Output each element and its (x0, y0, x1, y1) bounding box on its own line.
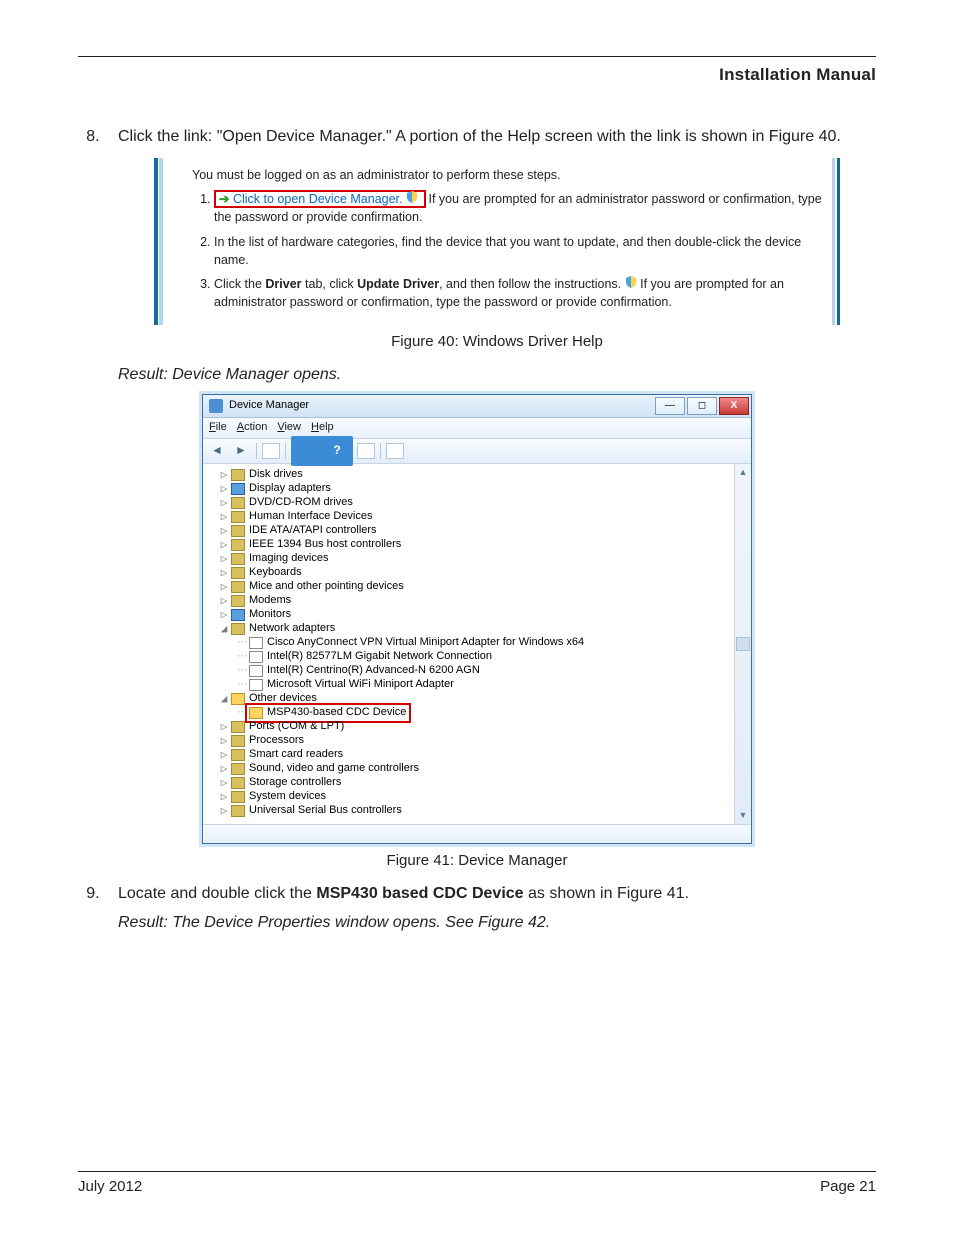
tree-node[interactable]: ▷Smart card readers (211, 748, 730, 762)
device-icon (231, 511, 245, 523)
step-8: Click the link: "Open Device Manager." A… (104, 125, 876, 353)
tree-node[interactable]: ⋯MSP430-based CDC Device (211, 706, 730, 720)
tree-node[interactable]: ▷DVD/CD-ROM drives (211, 496, 730, 510)
scroll-up-icon[interactable]: ▲ (739, 466, 748, 479)
tree-node[interactable]: ▷Processors (211, 734, 730, 748)
scan-icon[interactable] (357, 443, 375, 459)
scroll-thumb[interactable] (736, 637, 750, 651)
tree-node[interactable]: ▷System devices (211, 790, 730, 804)
device-icon (231, 497, 245, 509)
device-icon (231, 791, 245, 803)
result-2: Result: The Device Properties window ope… (118, 911, 876, 934)
device-icon (231, 483, 245, 495)
help-link-highlight: ➔ Click to open Device Manager. (214, 190, 426, 208)
device-icon (249, 665, 263, 677)
figure-41-caption: Figure 41: Device Manager (78, 850, 876, 872)
help-icon[interactable]: ? (291, 436, 353, 466)
device-icon (231, 553, 245, 565)
minimize-button[interactable]: — (655, 397, 685, 415)
tree-node[interactable]: ▷Human Interface Devices (211, 510, 730, 524)
device-icon (231, 525, 245, 537)
tree-node[interactable]: ▷Universal Serial Bus controllers (211, 804, 730, 818)
device-icon (249, 637, 263, 649)
view-icon[interactable] (386, 443, 404, 459)
figure-40-caption: Figure 40: Windows Driver Help (118, 331, 876, 353)
menu-action[interactable]: Action (237, 420, 268, 436)
shield-icon (625, 276, 637, 288)
properties-icon[interactable] (262, 443, 280, 459)
app-icon (209, 399, 223, 413)
menu-help[interactable]: Help (311, 420, 334, 436)
step-9: Locate and double click the MSP430 based… (104, 882, 876, 934)
footer-date: July 2012 (78, 1178, 142, 1195)
help-item-2: In the list of hardware categories, find… (214, 233, 832, 269)
close-button[interactable]: X (719, 397, 749, 415)
footer-page: Page 21 (820, 1178, 876, 1195)
device-icon (249, 707, 263, 719)
tree-node[interactable]: ▷Disk drives (211, 468, 730, 482)
device-icon (231, 763, 245, 775)
device-icon (231, 567, 245, 579)
result-1: Result: Device Manager opens. (118, 363, 876, 386)
device-icon (231, 805, 245, 817)
device-icon (231, 735, 245, 747)
tree-node[interactable]: ▷IDE ATA/ATAPI controllers (211, 524, 730, 538)
device-icon (231, 777, 245, 789)
device-icon (249, 651, 263, 663)
tree-node[interactable]: ⋯Microsoft Virtual WiFi Miniport Adapter (211, 678, 730, 692)
open-device-manager-link[interactable]: Click to open Device Manager. (233, 190, 403, 208)
step-9-bold: MSP430 based CDC Device (316, 885, 523, 902)
tree-node[interactable]: ▷Mice and other pointing devices (211, 580, 730, 594)
device-manager-screenshot: Device Manager — ◻ X File Action View He… (202, 394, 752, 844)
shield-icon (406, 191, 418, 203)
page-header-title: Installation Manual (78, 65, 876, 85)
tree-node[interactable]: ⋯Intel(R) Centrino(R) Advanced-N 6200 AG… (211, 664, 730, 678)
tree-node[interactable]: ▷Imaging devices (211, 552, 730, 566)
help-item-1: ➔ Click to open Device Manager. If you a… (214, 190, 832, 226)
maximize-button[interactable]: ◻ (687, 397, 717, 415)
tree-node[interactable]: ⋯Cisco AnyConnect VPN Virtual Miniport A… (211, 636, 730, 650)
scroll-down-icon[interactable]: ▼ (739, 809, 748, 822)
menu-view[interactable]: View (277, 420, 301, 436)
tree-node[interactable]: ▷Sound, video and game controllers (211, 762, 730, 776)
device-icon (231, 623, 245, 635)
device-icon (231, 609, 245, 621)
tree-node[interactable]: ▷Storage controllers (211, 776, 730, 790)
device-icon (231, 469, 245, 481)
help-intro: You must be logged on as an administrato… (192, 166, 832, 184)
device-icon (231, 721, 245, 733)
device-icon (231, 595, 245, 607)
back-icon[interactable]: ◄ (207, 442, 227, 460)
window-title: Device Manager (229, 398, 653, 414)
menu-bar: File Action View Help (203, 418, 751, 439)
toolbar: ◄ ► ? (203, 439, 751, 464)
forward-icon[interactable]: ► (231, 442, 251, 460)
device-icon (249, 679, 263, 691)
tree-node[interactable]: ▷Keyboards (211, 566, 730, 580)
tree-node[interactable]: ◢Network adapters (211, 622, 730, 636)
device-icon (231, 539, 245, 551)
tree-node[interactable]: ▷Monitors (211, 608, 730, 622)
tree-node[interactable]: ▷Ports (COM & LPT) (211, 720, 730, 734)
help-screenshot: You must be logged on as an administrato… (154, 158, 840, 325)
device-icon (231, 693, 245, 705)
device-tree[interactable]: ▷Disk drives▷Display adapters▷DVD/CD-ROM… (203, 464, 734, 824)
scrollbar[interactable]: ▲ ▼ (734, 464, 751, 824)
help-item-3: Click the Driver tab, click Update Drive… (214, 275, 832, 311)
tree-node[interactable]: ⋯Intel(R) 82577LM Gigabit Network Connec… (211, 650, 730, 664)
device-icon (231, 581, 245, 593)
tree-node[interactable]: ▷IEEE 1394 Bus host controllers (211, 538, 730, 552)
device-icon (231, 749, 245, 761)
tree-node-label: Universal Serial Bus controllers (249, 803, 402, 819)
status-bar (203, 824, 751, 843)
menu-file[interactable]: File (209, 420, 227, 436)
tree-node[interactable]: ▷Modems (211, 594, 730, 608)
tree-node[interactable]: ▷Display adapters (211, 482, 730, 496)
step-8-text: Click the link: "Open Device Manager." A… (118, 128, 841, 145)
